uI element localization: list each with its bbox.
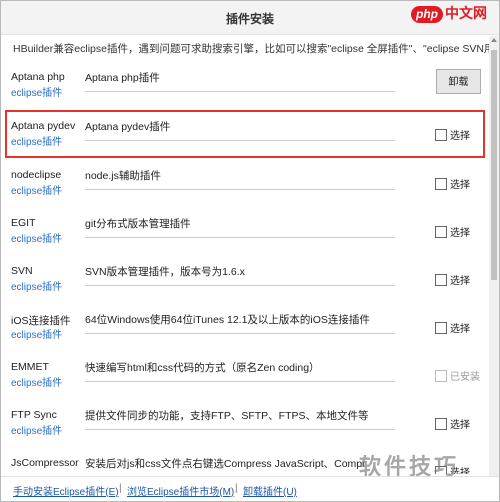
plugin-description: Aptana php插件: [85, 70, 395, 92]
footer-separator: |: [235, 483, 238, 494]
plugin-install-window: 插件安装 php 中文网 HBuilder兼容eclipse插件，遇到问题可求助搜…: [0, 0, 500, 502]
plugin-row-nodeclipse: nodeclipse eclipse插件 node.js辅助插件 选择: [5, 159, 485, 207]
checkbox-label: 选择: [450, 420, 470, 431]
select-checkbox[interactable]: 选择: [435, 127, 470, 142]
plugin-type-link[interactable]: eclipse插件: [11, 84, 62, 99]
plugin-description: SVN版本管理插件，版本号为1.6.x: [85, 264, 395, 286]
checkbox-box[interactable]: [435, 178, 447, 190]
plugin-name: SVN: [11, 265, 33, 277]
plugin-type-link[interactable]: eclipse插件: [11, 133, 62, 148]
plugin-type-link[interactable]: eclipse插件: [11, 182, 62, 197]
plugin-name: nodeclipse: [11, 169, 62, 181]
checkbox-box[interactable]: [435, 274, 447, 286]
plugin-name: Aptana pydev: [11, 120, 76, 132]
plugin-description: 快速编写html和css代码的方式（原名Zen coding）: [85, 360, 395, 382]
plugin-type-link[interactable]: eclipse插件: [11, 374, 62, 389]
scrollbar-thumb[interactable]: [491, 50, 497, 280]
installed-checkbox: 已安装: [435, 368, 480, 383]
plugin-row-ftp-sync: FTP Sync eclipse插件 提供文件同步的功能，支持FTP、SFTP、…: [5, 399, 485, 447]
plugin-description: git分布式版本管理插件: [85, 216, 395, 238]
checkbox-box[interactable]: [435, 418, 447, 430]
plugin-description: 安装后对js和css文件点右键选Compress JavaScript、Comp…: [85, 456, 395, 474]
plugin-type-link[interactable]: eclipse插件: [11, 326, 62, 341]
plugin-description: Aptana pydev插件: [85, 119, 395, 141]
browse-market-link[interactable]: 浏览Eclipse插件市场(M): [127, 483, 234, 498]
checkbox-label: 选择: [450, 180, 470, 191]
plugin-name: Aptana php: [11, 71, 65, 83]
plugin-name: EMMET: [11, 361, 49, 373]
plugin-name: JsCompressor: [11, 457, 79, 469]
php-logo: php: [411, 6, 443, 23]
plugin-name: FTP Sync: [11, 409, 57, 421]
plugin-name: EGIT: [11, 217, 36, 229]
select-checkbox[interactable]: 选择: [435, 176, 470, 191]
plugin-list: Aptana php eclipse插件 Aptana php插件 卸载 Apt…: [1, 59, 491, 474]
plugin-description: 提供文件同步的功能，支持FTP、SFTP、FTPS、本地文件等: [85, 408, 395, 430]
php-watermark-text: 中文网: [445, 5, 487, 21]
plugin-row-ios: iOS连接插件 eclipse插件 64位Windows使用64位iTunes …: [5, 303, 485, 351]
checkbox-label: 已安装: [450, 372, 480, 383]
checkbox-label: 选择: [450, 131, 470, 142]
plugin-type-link[interactable]: eclipse插件: [11, 230, 62, 245]
plugin-type-link[interactable]: eclipse插件: [11, 422, 62, 437]
uninstall-button[interactable]: 卸载: [436, 69, 481, 94]
plugin-description: node.js辅助插件: [85, 168, 395, 190]
checkbox-label: 选择: [450, 228, 470, 239]
checkbox-box[interactable]: [435, 226, 447, 238]
select-checkbox[interactable]: 选择: [435, 416, 470, 431]
checkbox-box[interactable]: [435, 322, 447, 334]
scroll-up-arrow-icon[interactable]: [491, 38, 497, 42]
plugin-row-aptana-pydev: Aptana pydev eclipse插件 Aptana pydev插件 选择: [5, 110, 485, 158]
manual-install-link[interactable]: 手动安装Eclipse插件(E): [13, 483, 119, 498]
plugin-description: 64位Windows使用64位iTunes 12.1及以上版本的iOS连接插件: [85, 312, 395, 334]
plugin-row-egit: EGIT eclipse插件 git分布式版本管理插件 选择: [5, 207, 485, 255]
checkbox-label: 选择: [450, 276, 470, 287]
vertical-scrollbar[interactable]: [489, 36, 499, 476]
checkbox-box: [435, 370, 447, 382]
plugin-row-aptana-php: Aptana php eclipse插件 Aptana php插件 卸载: [5, 61, 485, 109]
php-watermark: php 中文网: [411, 3, 487, 23]
checkbox-label: 选择: [450, 324, 470, 335]
plugin-row-svn: SVN eclipse插件 SVN版本管理插件，版本号为1.6.x 选择: [5, 255, 485, 303]
select-checkbox[interactable]: 选择: [435, 224, 470, 239]
plugin-type-link[interactable]: eclipse插件: [11, 278, 62, 293]
select-checkbox[interactable]: 选择: [435, 320, 470, 335]
uninstall-plugin-link[interactable]: 卸载插件(U): [243, 483, 297, 498]
plugin-row-emmet: EMMET eclipse插件 快速编写html和css代码的方式（原名Zen …: [5, 351, 485, 399]
footer-bar: 手动安装Eclipse插件(E) | 浏览Eclipse插件市场(M) | 卸载…: [1, 476, 499, 501]
select-checkbox[interactable]: 选择: [435, 272, 470, 287]
title-bar: 插件安装 php 中文网: [1, 1, 499, 35]
footer-separator: |: [119, 483, 122, 494]
checkbox-box[interactable]: [435, 129, 447, 141]
help-description: HBuilder兼容eclipse插件，遇到问题可求助搜索引擎，比如可以搜索"e…: [13, 43, 500, 55]
